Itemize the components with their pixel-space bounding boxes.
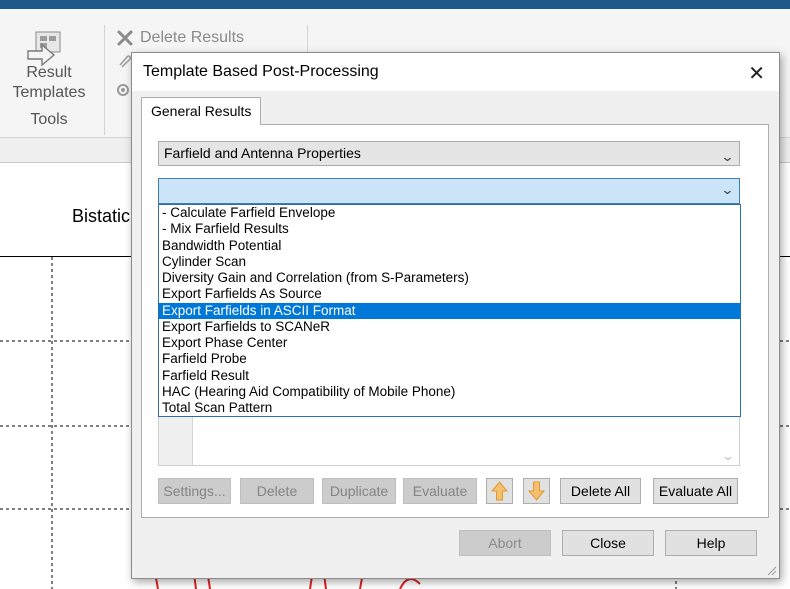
dropdown-option[interactable]: Farfield Probe	[159, 351, 740, 367]
resize-grip-icon[interactable]	[765, 564, 777, 576]
dropdown-option[interactable]: - Mix Farfield Results	[159, 221, 740, 237]
category-select-value: Farfield and Antenna Properties	[164, 145, 361, 161]
dialog-titlebar: Template Based Post-Processing ✕	[132, 53, 779, 91]
delete-button[interactable]: Delete	[240, 478, 314, 504]
dropdown-option[interactable]: HAC (Hearing Aid Compatibility of Mobile…	[159, 384, 740, 400]
ribbon-separator	[104, 25, 105, 135]
result-templates-label-1[interactable]: Result	[0, 64, 98, 82]
arrow-up-icon	[490, 481, 509, 501]
tools-group-label: Tools	[30, 111, 68, 128]
result-templates-icon	[27, 31, 61, 67]
move-down-button[interactable]	[523, 478, 550, 504]
result-templates-label-2[interactable]: Templates	[0, 84, 98, 102]
delete-results-button[interactable]: Delete Results	[116, 29, 244, 47]
dropdown-option[interactable]: Export Farfields in ASCII Format	[159, 302, 740, 319]
dialog-title: Template Based Post-Processing	[143, 63, 379, 80]
close-button[interactable]: Close	[562, 530, 654, 556]
delete-x-icon	[117, 30, 133, 46]
move-up-button[interactable]	[486, 478, 513, 504]
delete-results-label: Delete Results	[140, 29, 245, 46]
dropdown-option[interactable]: Bandwidth Potential	[159, 238, 740, 254]
category-select[interactable]: Farfield and Antenna Properties ⌄	[158, 141, 740, 166]
arrow-down-icon	[527, 481, 546, 501]
dropdown-option[interactable]: - Calculate Farfield Envelope	[159, 205, 740, 221]
template-postprocessing-dialog: Template Based Post-Processing ✕ General…	[131, 52, 780, 579]
dropdown-option[interactable]: Export Phase Center	[159, 335, 740, 351]
evaluate-all-button[interactable]: Evaluate All	[653, 478, 738, 504]
scroll-down-icon[interactable]: ⌄	[721, 449, 734, 463]
help-button[interactable]: Help	[665, 530, 757, 556]
tab-general-results[interactable]: General Results	[141, 97, 262, 125]
duplicate-button[interactable]: Duplicate	[322, 478, 396, 504]
evaluate-button[interactable]: Evaluate	[403, 478, 477, 504]
delete-all-button[interactable]: Delete All	[560, 478, 641, 504]
settings-button[interactable]: Settings...	[158, 478, 231, 504]
template-list-gutter	[159, 413, 193, 465]
template-list-area[interactable]: ⌄	[158, 413, 740, 466]
dropdown-option[interactable]: Diversity Gain and Correlation (from S-P…	[159, 270, 740, 286]
dropdown-option[interactable]: Total Scan Pattern	[159, 400, 740, 416]
template-select[interactable]: ⌄	[158, 178, 740, 204]
abort-button[interactable]: Abort	[459, 530, 551, 556]
chevron-down-icon: ⌄	[720, 182, 735, 197]
dropdown-option[interactable]: Cylinder Scan	[159, 254, 740, 270]
gear-icon[interactable]	[114, 81, 132, 99]
close-icon[interactable]: ✕	[748, 61, 765, 86]
dropdown-option[interactable]: Farfield Result	[159, 368, 740, 384]
chevron-down-icon: ⌄	[720, 149, 735, 164]
template-dropdown-list: - Calculate Farfield Envelope - Mix Farfi…	[158, 204, 741, 417]
dropdown-option[interactable]: Export Farfields As Source	[159, 286, 740, 302]
paperclip-icon[interactable]	[116, 53, 132, 69]
app-title-bar	[0, 0, 790, 9]
dropdown-option[interactable]: Export Farfields to SCANeR	[159, 319, 740, 335]
